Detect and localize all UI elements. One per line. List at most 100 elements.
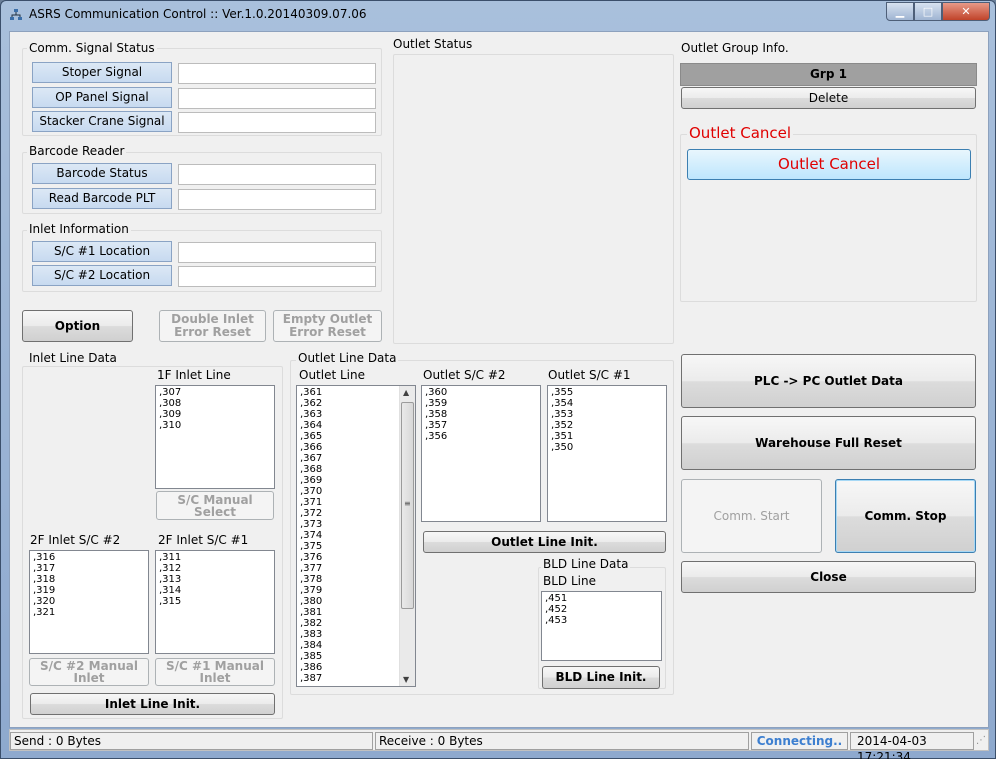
- list-item[interactable]: ,367: [300, 453, 415, 464]
- list-item[interactable]: ,368: [300, 464, 415, 475]
- minimize-button[interactable]: ▁: [886, 2, 914, 21]
- title-bar[interactable]: ASRS Communication Control :: Ver.1.0.20…: [1, 1, 995, 29]
- option-button[interactable]: Option: [22, 310, 133, 342]
- stoper-signal-label: Stoper Signal: [32, 62, 172, 83]
- list-item[interactable]: ,360: [425, 387, 540, 398]
- outlet-cancel-button[interactable]: Outlet Cancel: [687, 149, 971, 180]
- list-item[interactable]: ,359: [425, 398, 540, 409]
- list-item[interactable]: ,379: [300, 585, 415, 596]
- list-item[interactable]: ,313: [159, 574, 274, 585]
- list-item[interactable]: ,357: [425, 420, 540, 431]
- outlet-line-list[interactable]: ,361,362,363,364,365,366,367,368,369,370…: [296, 385, 416, 687]
- list-item[interactable]: ,355: [551, 387, 666, 398]
- double-inlet-error-reset-button[interactable]: Double Inlet Error Reset: [159, 310, 266, 342]
- stoper-signal-field[interactable]: [178, 63, 376, 84]
- plc-pc-outlet-data-button[interactable]: PLC -> PC Outlet Data: [681, 354, 976, 408]
- f2-inlet-sc1-list[interactable]: ,311,312,313,314,315: [155, 550, 275, 654]
- sc2-location-label: S/C #2 Location: [32, 265, 172, 286]
- list-item[interactable]: ,316: [33, 552, 148, 563]
- list-item[interactable]: ,351: [551, 431, 666, 442]
- close-button[interactable]: Close: [681, 561, 976, 593]
- list-item[interactable]: ,383: [300, 629, 415, 640]
- list-item[interactable]: ,308: [159, 398, 274, 409]
- list-item[interactable]: ,350: [551, 442, 666, 453]
- list-item[interactable]: ,319: [33, 585, 148, 596]
- scroll-down-icon[interactable]: ▼: [403, 674, 409, 685]
- sc1-location-field[interactable]: [178, 242, 376, 263]
- f2-inlet-sc2-list[interactable]: ,316,317,318,319,320,321: [29, 550, 149, 654]
- list-item[interactable]: ,354: [551, 398, 666, 409]
- delete-button[interactable]: Delete: [681, 87, 976, 109]
- list-item[interactable]: ,387: [300, 673, 415, 684]
- outlet-line-scrollbar[interactable]: ▲ ≡ ▼: [399, 386, 415, 686]
- list-item[interactable]: ,314: [159, 585, 274, 596]
- sc2-manual-line2: Inlet: [73, 671, 105, 685]
- list-item[interactable]: ,311: [159, 552, 274, 563]
- list-item[interactable]: ,363: [300, 409, 415, 420]
- list-item[interactable]: ,365: [300, 431, 415, 442]
- list-item[interactable]: ,309: [159, 409, 274, 420]
- list-item[interactable]: ,318: [33, 574, 148, 585]
- list-item[interactable]: ,361: [300, 387, 415, 398]
- warehouse-full-reset-button[interactable]: Warehouse Full Reset: [681, 416, 976, 470]
- sc1-manual-inlet-button[interactable]: S/C #1 Manual Inlet: [155, 658, 275, 686]
- outlet-line-data-title: Outlet Line Data: [296, 351, 399, 365]
- inlet-line-init-button[interactable]: Inlet Line Init.: [30, 693, 275, 715]
- list-item[interactable]: ,381: [300, 607, 415, 618]
- list-item[interactable]: ,364: [300, 420, 415, 431]
- list-item[interactable]: ,371: [300, 497, 415, 508]
- barcode-status-field[interactable]: [178, 164, 376, 185]
- list-item[interactable]: ,373: [300, 519, 415, 530]
- scroll-up-icon[interactable]: ▲: [403, 387, 409, 398]
- list-item[interactable]: ,321: [33, 607, 148, 618]
- stacker-crane-signal-field[interactable]: [178, 112, 376, 133]
- maximize-button[interactable]: □: [914, 2, 942, 21]
- list-item[interactable]: ,356: [425, 431, 540, 442]
- list-item[interactable]: ,378: [300, 574, 415, 585]
- f1-inlet-line-list[interactable]: ,307,308,309,310: [155, 385, 275, 489]
- outlet-sc2-list[interactable]: ,360,359,358,357,356: [421, 385, 541, 522]
- list-item[interactable]: ,369: [300, 475, 415, 486]
- list-item[interactable]: ,380: [300, 596, 415, 607]
- outlet-sc1-list[interactable]: ,355,354,353,352,351,350: [547, 385, 667, 522]
- outlet-line-init-button[interactable]: Outlet Line Init.: [423, 531, 666, 553]
- sc2-manual-inlet-button[interactable]: S/C #2 Manual Inlet: [29, 658, 149, 686]
- list-item[interactable]: ,453: [545, 615, 661, 626]
- bld-line-list[interactable]: ,451,452,453: [541, 591, 662, 661]
- list-item[interactable]: ,362: [300, 398, 415, 409]
- list-item[interactable]: ,370: [300, 486, 415, 497]
- op-panel-signal-field[interactable]: [178, 88, 376, 109]
- list-item[interactable]: ,317: [33, 563, 148, 574]
- list-item[interactable]: ,366: [300, 442, 415, 453]
- list-item[interactable]: ,451: [545, 593, 661, 604]
- bld-line-init-button[interactable]: BLD Line Init.: [542, 666, 660, 689]
- list-item[interactable]: ,385: [300, 651, 415, 662]
- list-item[interactable]: ,376: [300, 552, 415, 563]
- empty-outlet-error-reset-button[interactable]: Empty Outlet Error Reset: [273, 310, 382, 342]
- list-item[interactable]: ,353: [551, 409, 666, 420]
- read-barcode-field[interactable]: [178, 189, 376, 210]
- sc2-location-field[interactable]: [178, 266, 376, 287]
- close-window-button[interactable]: ✕: [942, 2, 990, 21]
- list-item[interactable]: ,307: [159, 387, 274, 398]
- list-item[interactable]: ,384: [300, 640, 415, 651]
- comm-start-button[interactable]: Comm. Start: [681, 479, 822, 553]
- list-item[interactable]: ,315: [159, 596, 274, 607]
- list-item[interactable]: ,377: [300, 563, 415, 574]
- list-item[interactable]: ,358: [425, 409, 540, 420]
- list-item[interactable]: ,452: [545, 604, 661, 615]
- list-item[interactable]: ,374: [300, 530, 415, 541]
- list-item[interactable]: ,375: [300, 541, 415, 552]
- list-item[interactable]: ,372: [300, 508, 415, 519]
- sc-manual-select-button[interactable]: S/C Manual Select: [156, 491, 274, 520]
- list-item[interactable]: ,352: [551, 420, 666, 431]
- list-item[interactable]: ,382: [300, 618, 415, 629]
- comm-stop-button[interactable]: Comm. Stop: [835, 479, 976, 553]
- scroll-thumb[interactable]: ≡: [401, 402, 414, 609]
- resize-grip-icon[interactable]: ⋰: [976, 735, 986, 746]
- list-item[interactable]: ,320: [33, 596, 148, 607]
- list-item[interactable]: ,312: [159, 563, 274, 574]
- list-item[interactable]: ,386: [300, 662, 415, 673]
- group-selector[interactable]: Grp 1: [680, 63, 977, 86]
- list-item[interactable]: ,310: [159, 420, 274, 431]
